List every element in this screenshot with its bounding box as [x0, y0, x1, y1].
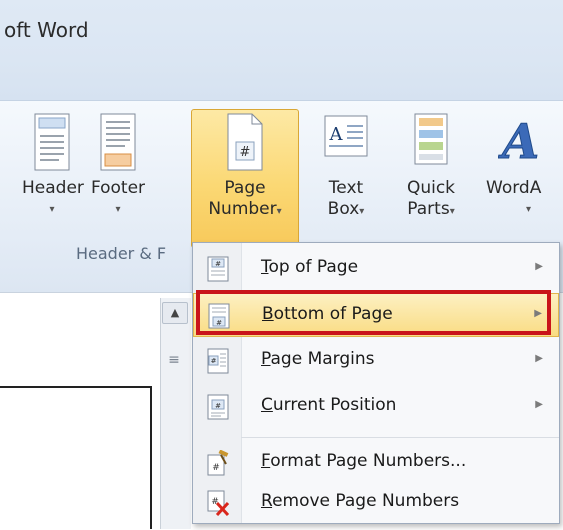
submenu-arrow-icon: ▶: [535, 261, 543, 272]
svg-text:#: #: [240, 145, 251, 160]
vertical-scrollbar[interactable]: [160, 298, 191, 529]
chevron-down-icon: ▾: [449, 206, 455, 217]
chevron-down-icon: ▾: [359, 206, 365, 217]
quick-parts-button[interactable]: Quick Parts▾: [400, 112, 462, 222]
page-margins-icon: #: [207, 348, 229, 374]
text-box-icon: A: [324, 115, 368, 157]
text-box-label-2: Box: [327, 199, 360, 219]
current-position-icon: #: [207, 394, 229, 420]
menu-item-top-of-page[interactable]: # Top of Page ▶: [193, 247, 559, 291]
page-number-button[interactable]: # Page Number▾: [192, 112, 298, 222]
page-number-icon: #: [227, 113, 263, 171]
menu-accel-key: C: [261, 395, 273, 415]
menu-item-label: ormat Page Numbers...: [270, 451, 467, 471]
submenu-arrow-icon: ▶: [535, 399, 543, 410]
text-box-button[interactable]: A Text Box▾: [316, 112, 376, 222]
remove-page-numbers-icon: #: [207, 490, 229, 516]
footer-button[interactable]: Footer ▾: [88, 112, 148, 220]
svg-text:A: A: [329, 124, 344, 145]
svg-text:#: #: [215, 402, 221, 410]
page-edge: [150, 388, 152, 529]
page-number-label-1: Page: [224, 178, 266, 198]
format-page-numbers-icon: #: [207, 450, 229, 476]
page-number-label-2: Number: [208, 199, 277, 219]
menu-accel-key: R: [261, 491, 273, 511]
window-title: oft Word: [4, 18, 89, 42]
footer-label: Footer: [90, 178, 146, 198]
menu-item-label: op of Page: [268, 257, 359, 277]
header-button[interactable]: Header ▾: [22, 112, 84, 220]
top-of-page-icon: #: [207, 256, 229, 282]
chevron-down-icon: ▾: [526, 204, 532, 215]
wordart-button[interactable]: A WordA ▾: [486, 112, 563, 220]
page-edge: [0, 386, 152, 388]
group-label-header-footer: Header & F: [76, 244, 167, 263]
header-icon: [34, 113, 70, 171]
svg-text:#: #: [211, 357, 217, 365]
wordart-icon: A: [498, 114, 540, 169]
menu-item-page-margins[interactable]: # Page Margins ▶: [193, 339, 559, 383]
header-label: Header: [22, 178, 84, 198]
svg-text:A: A: [498, 114, 539, 168]
highlight-annotation-box: [196, 290, 551, 335]
svg-text:#: #: [215, 260, 221, 268]
quick-parts-label-2: Parts: [407, 199, 450, 219]
chevron-down-icon: ▾: [49, 204, 55, 215]
menu-item-remove-page-numbers[interactable]: # Remove Page Numbers: [193, 481, 559, 525]
wordart-label: WordA: [486, 178, 542, 198]
scroll-up-button[interactable]: ▲: [162, 302, 188, 324]
svg-text:#: #: [212, 463, 220, 473]
scroll-split-icon[interactable]: ≡: [164, 340, 184, 380]
title-bar: oft Word: [0, 0, 563, 100]
menu-accel-key: F: [261, 451, 271, 471]
menu-item-label: emove Page Numbers: [272, 491, 460, 511]
menu-item-label: urrent Position: [272, 395, 397, 415]
quick-parts-label-1: Quick: [406, 178, 456, 198]
page-number-menu: # Top of Page ▶ # Bottom of Page ▶ # Pag…: [192, 242, 560, 524]
menu-item-format-page-numbers[interactable]: # Format Page Numbers...: [193, 441, 559, 485]
quick-parts-icon: [414, 113, 448, 165]
chevron-down-icon: ▾: [276, 206, 282, 217]
text-box-label-1: Text: [328, 178, 364, 198]
menu-item-label: age Margins: [270, 349, 375, 369]
menu-separator: [241, 437, 559, 438]
submenu-arrow-icon: ▶: [535, 353, 543, 364]
chevron-down-icon: ▾: [115, 204, 121, 215]
menu-accel-key: P: [261, 349, 271, 369]
footer-icon: [100, 113, 136, 171]
menu-accel-key: T: [261, 257, 269, 277]
menu-item-current-position[interactable]: # Current Position ▶: [193, 385, 559, 429]
